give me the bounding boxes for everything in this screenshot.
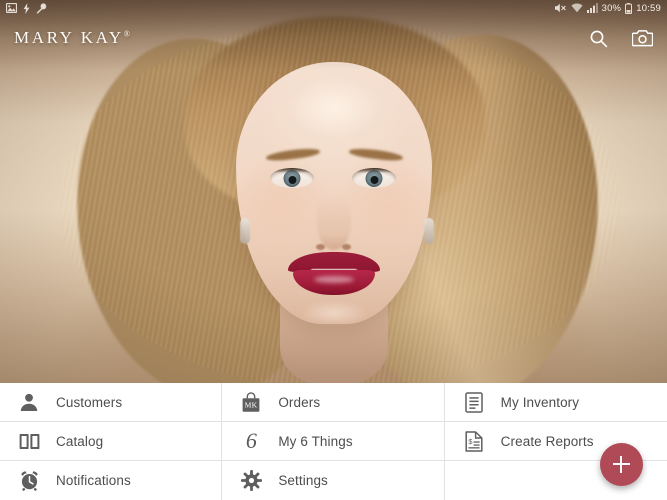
menu-item-notifications[interactable]: Notifications	[0, 461, 223, 500]
person-icon	[18, 391, 40, 413]
status-bar-right: 30% 10:59	[554, 2, 661, 14]
status-bar-left	[6, 2, 47, 14]
menu-item-orders[interactable]: MK Orders	[222, 383, 445, 422]
svg-text:$: $	[468, 437, 472, 446]
svg-text:MK: MK	[245, 400, 258, 409]
signal-icon	[586, 3, 598, 13]
image-icon	[6, 3, 17, 13]
camera-button[interactable]	[631, 27, 653, 49]
menu-item-label: Orders	[278, 394, 321, 410]
clipboard-icon	[463, 391, 485, 413]
brand-logo-text: MARY KAY	[14, 28, 124, 47]
battery-percent-label: 30%	[601, 2, 622, 14]
app-bar-actions	[587, 27, 653, 49]
numeral-6-icon: 6	[240, 430, 262, 452]
mute-icon	[554, 3, 566, 13]
menu-item-label: Customers	[56, 394, 123, 410]
wrench-icon	[36, 2, 47, 14]
brand-registered-mark: ®	[123, 29, 130, 39]
plus-icon	[613, 456, 630, 473]
battery-icon	[625, 2, 633, 14]
alarm-clock-icon	[18, 470, 40, 492]
menu-item-catalog[interactable]: Catalog	[0, 422, 223, 461]
wifi-icon	[570, 3, 583, 13]
search-button[interactable]	[587, 27, 609, 49]
clock-label: 10:59	[636, 2, 661, 14]
menu-item-label: Settings	[278, 473, 328, 488]
menu-item-my-inventory[interactable]: My Inventory	[444, 383, 667, 422]
menu-item-label: Notifications	[56, 473, 131, 488]
search-icon	[590, 30, 607, 47]
numeral-6-glyph: 6	[245, 428, 257, 453]
brand-logo: MARY KAY®	[14, 28, 130, 48]
menu-item-label: My 6 Things	[278, 433, 353, 449]
dollar-doc-icon: $	[463, 430, 485, 452]
app-root: 30% 10:59 MARY KAY® Customers MK Orders …	[0, 0, 667, 500]
menu-item-customers[interactable]: Customers	[0, 383, 223, 422]
menu-item-my-6-things[interactable]: 6 My 6 Things	[222, 422, 445, 461]
camera-icon	[631, 30, 653, 47]
app-bar: MARY KAY®	[0, 16, 667, 60]
main-menu-grid: Customers MK Orders My Inventory Catalog…	[0, 383, 667, 500]
menu-item-label: Catalog	[56, 433, 104, 449]
add-button[interactable]	[600, 443, 643, 486]
mk-bag-icon: MK	[240, 391, 262, 413]
open-book-icon	[18, 430, 40, 452]
menu-item-label: My Inventory	[500, 394, 580, 410]
gear-icon	[240, 470, 262, 492]
flash-icon	[23, 2, 30, 14]
menu-item-label: Create Reports	[500, 433, 594, 449]
status-bar: 30% 10:59	[0, 0, 667, 16]
menu-item-settings[interactable]: Settings	[222, 461, 445, 500]
